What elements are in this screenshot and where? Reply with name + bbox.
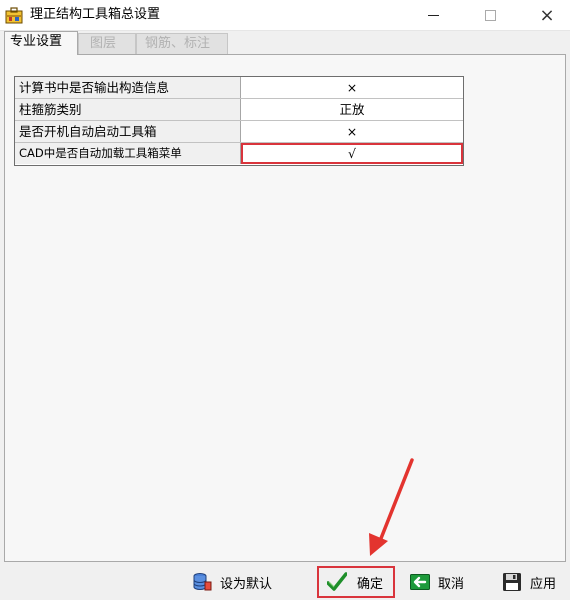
setting-label: CAD中是否自动加载工具箱菜单	[15, 143, 241, 164]
floppy-disk-icon	[503, 573, 521, 591]
checkmark-icon	[327, 572, 347, 591]
settings-grid: 计算书中是否输出构造信息 × 柱箍筋类别 正放 是否开机自动启动工具箱 × CA…	[14, 76, 464, 166]
setting-label: 计算书中是否输出构造信息	[15, 77, 241, 98]
toolbox-app-icon	[5, 7, 23, 24]
setting-value-cell-selected[interactable]: √	[241, 143, 463, 164]
maximize-icon	[484, 9, 496, 21]
tab-professional-settings[interactable]: 专业设置	[4, 31, 78, 55]
cancel-label: 取消	[438, 576, 465, 592]
tab-rebar-annotation[interactable]: 钢筋、标注	[136, 33, 228, 54]
back-arrow-icon	[410, 574, 430, 590]
setting-value-cell[interactable]: 正放	[241, 99, 463, 120]
ok-button[interactable]: 确定	[317, 566, 395, 598]
set-default-button[interactable]: 设为默认	[192, 567, 292, 597]
tab-layers[interactable]: 图层	[78, 33, 136, 54]
maximize-button[interactable]	[467, 0, 513, 30]
setting-value-cell[interactable]: ×	[241, 77, 463, 98]
setting-row: 柱箍筋类别 正放	[15, 99, 463, 121]
setting-label: 是否开机自动启动工具箱	[15, 121, 241, 142]
setting-value-cell[interactable]: ×	[241, 121, 463, 142]
database-icon	[193, 573, 212, 591]
setting-row: 是否开机自动启动工具箱 ×	[15, 121, 463, 143]
apply-button[interactable]: 应用	[502, 567, 570, 597]
close-icon: ×	[539, 4, 555, 26]
minimize-button[interactable]	[410, 0, 456, 30]
apply-label: 应用	[530, 576, 557, 592]
minimize-icon	[427, 14, 439, 16]
window-title: 理正结构工具箱总设置	[30, 7, 161, 22]
setting-row: 计算书中是否输出构造信息 ×	[15, 77, 463, 99]
setting-label: 柱箍筋类别	[15, 99, 241, 120]
title-bar: 理正结构工具箱总设置 ×	[0, 0, 570, 31]
ok-label: 确定	[357, 576, 384, 592]
close-button[interactable]: ×	[524, 0, 570, 30]
cancel-button[interactable]: 取消	[410, 567, 490, 597]
setting-row: CAD中是否自动加载工具箱菜单 √	[15, 143, 463, 165]
button-bar: 设为默认 确定 取消 应用	[0, 562, 570, 600]
set-default-label: 设为默认	[220, 576, 273, 592]
